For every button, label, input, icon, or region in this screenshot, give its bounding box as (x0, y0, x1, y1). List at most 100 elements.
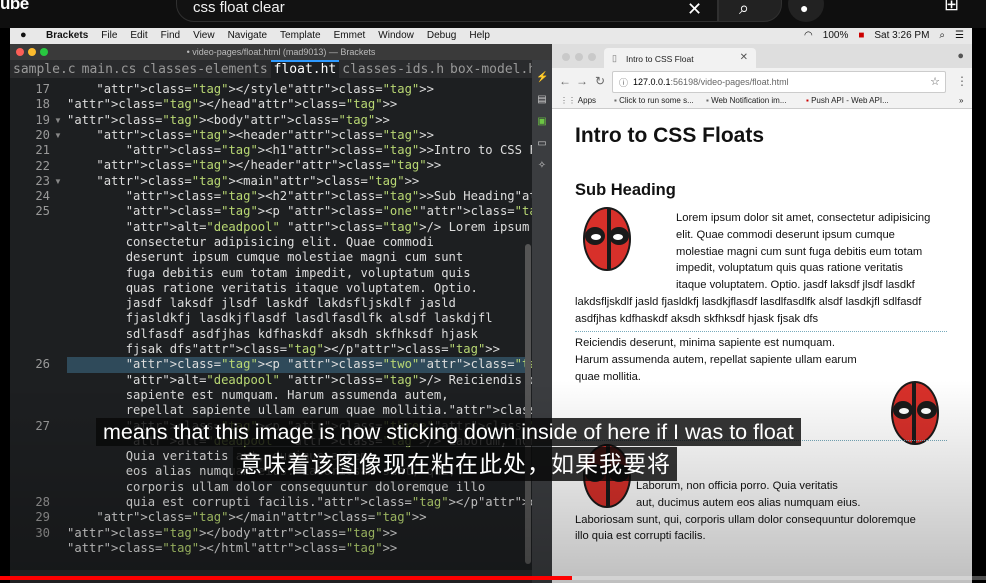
bookmark-star-icon[interactable]: ☆ (930, 75, 940, 88)
code-line[interactable]: fuga debitis eum totam impedit, voluptat… (67, 266, 527, 281)
code-line[interactable]: jasdf laksdf jlsdf laskdf lakdsfljskdlf … (67, 296, 527, 311)
menu-item-template[interactable]: Template (280, 30, 321, 41)
zoom-window-button[interactable] (40, 48, 48, 56)
search-button[interactable]: ⌕ (718, 0, 782, 22)
apple-icon[interactable]: ● (20, 29, 27, 41)
menu-item-find[interactable]: Find (161, 30, 180, 41)
code-line[interactable]: "attr">class="tag"><header"attr">class="… (67, 128, 527, 143)
youtube-logo[interactable]: ube (0, 0, 29, 14)
create-icon[interactable]: ⊞ (944, 0, 959, 15)
tab-title: Intro to CSS Float (626, 54, 694, 64)
fold-arrow-icon[interactable]: ▼ (54, 116, 62, 125)
bookmark-4[interactable]: ▪ Push API - Web API... (806, 96, 889, 105)
minimize-window-button[interactable] (28, 48, 36, 56)
code-line[interactable]: "attr">class="tag"><h2"attr">class="tag"… (67, 189, 831, 204)
live-preview-icon[interactable]: ⚡ (536, 72, 548, 84)
code-line[interactable]: quas ratione veritatis itaque voluptatem… (67, 281, 527, 296)
terminal-icon[interactable]: ▭ (536, 138, 548, 150)
code-line[interactable]: quia est corrupti facilis."attr">class="… (67, 495, 625, 510)
notification-center-icon[interactable]: ☰ (955, 30, 964, 41)
code-line[interactable]: "attr">class="tag"><body"attr">class="ta… (67, 113, 527, 128)
back-icon[interactable]: ← (559, 74, 571, 88)
menu-item-window[interactable]: Window (378, 30, 414, 41)
subtitle-chinese: 意味着该图像现在粘在此处，如果我要将 (233, 447, 677, 481)
editor-tab[interactable]: sample.c (10, 61, 79, 78)
linter-icon[interactable]: ▣ (536, 116, 548, 128)
page-heading: Intro to CSS Floats (575, 124, 764, 147)
code-line[interactable]: "attr">class="tag"><p "attr">class="two"… (67, 357, 911, 373)
code-line[interactable]: "attr">class="tag"><p "attr">class="one"… (67, 204, 911, 219)
code-line[interactable]: fjsak dfs"attr">class="tag"></p"attr">cl… (67, 342, 527, 357)
info-icon[interactable]: ⓘ (619, 76, 628, 89)
address-bar[interactable]: ⓘ 127.0.0.1:56198/video-pages/float.html… (612, 71, 946, 93)
code-line[interactable]: "attr">alt="deadpool" "attr">class="tag"… (67, 373, 647, 388)
menu-item-view[interactable]: View (193, 30, 215, 41)
editor-tab[interactable]: float.ht (270, 60, 340, 78)
editor-tab[interactable]: box-model.h (447, 61, 539, 78)
profile-icon[interactable]: ● (957, 50, 964, 62)
code-line[interactable]: "attr">class="tag"></head"attr">class="t… (67, 97, 527, 112)
close-window-button[interactable] (16, 48, 24, 56)
editor-tab[interactable]: main.cs (79, 61, 140, 78)
bookmarks-bar: ⋮⋮ Apps ▪ Click to run some s... ▪ Web Not… (552, 94, 972, 109)
zoom-window-button[interactable] (588, 53, 596, 61)
menu-item-brackets[interactable]: Brackets (46, 30, 88, 41)
menu-item-emmet[interactable]: Emmet (334, 30, 366, 41)
video-progress-bar[interactable] (0, 576, 986, 580)
reload-icon[interactable]: ↻ (595, 74, 605, 88)
code-line[interactable]: "attr">class="tag"></body"attr">class="t… (67, 526, 527, 541)
battery-text[interactable]: 100% (823, 30, 849, 41)
clear-icon[interactable]: ✕ (687, 0, 702, 20)
page-icon: ▯ (612, 53, 617, 63)
search-input[interactable]: css float clear ✕ (176, 0, 718, 22)
fold-arrow-icon[interactable]: ▼ (54, 131, 62, 140)
line-number: 20 (35, 127, 50, 142)
fold-arrow-icon[interactable]: ▼ (54, 177, 62, 186)
text-line: Lorem ipsum dolor sit amet, consectetur … (676, 212, 931, 224)
code-line[interactable]: "attr">class="tag"></html"attr">class="t… (67, 541, 527, 556)
code-line[interactable]: consectetur adipisicing elit. Quae commo… (67, 235, 527, 250)
bookmark-1[interactable]: ⋮⋮ Apps (560, 96, 596, 105)
code-line[interactable]: sapiente est numquam. Harum assumenda au… (67, 388, 527, 403)
close-tab-icon[interactable]: ✕ (740, 52, 748, 63)
menu-item-edit[interactable]: Edit (130, 30, 147, 41)
menu-icon[interactable]: ⋮ (956, 74, 968, 88)
text-line: impedit, voluptatum quis quas ratione ve… (676, 262, 903, 275)
voice-search-button[interactable]: ● (788, 0, 824, 22)
forward-icon[interactable]: → (576, 74, 588, 88)
bookmark-2[interactable]: ▪ Click to run some s... (614, 96, 694, 105)
code-line[interactable]: "attr">class="tag"></header"attr">class=… (67, 158, 527, 173)
bookmark-3[interactable]: ▪ Web Notification im... (706, 96, 787, 105)
menu-item-file[interactable]: File (101, 30, 117, 41)
code-line[interactable]: "attr">class="tag"><h1"attr">class="tag"… (67, 143, 889, 158)
text-line: illo quia est corrupti facilis. (575, 530, 706, 543)
code-line[interactable]: "attr">class="tag"></style"attr">class="… (67, 82, 527, 97)
code-line[interactable]: deserunt ipsum cumque molestiae magni cu… (67, 250, 527, 265)
minimize-window-button[interactable] (575, 53, 583, 61)
code-line[interactable]: "attr">alt="deadpool" "attr">class="tag"… (67, 220, 647, 235)
editor-scrollbar[interactable] (525, 244, 531, 564)
browser-tab[interactable]: ▯ Intro to CSS Float ✕ (604, 48, 756, 68)
editor-tab[interactable]: classes-elements (139, 61, 270, 78)
menu-item-debug[interactable]: Debug (427, 30, 456, 41)
editor-tab[interactable]: classes-ids.h (339, 61, 447, 78)
flag-icon[interactable]: ■ (858, 30, 864, 41)
menu-item-help[interactable]: Help (469, 30, 490, 41)
wifi-icon[interactable]: ◠ (804, 30, 813, 41)
code-line[interactable]: sdlfasdf asdfjhas kdfhaskdf aksdh skfhks… (67, 327, 527, 342)
lightbulb-icon[interactable]: ✧ (536, 160, 548, 172)
close-window-button[interactable] (562, 53, 570, 61)
more-bookmarks-icon[interactable]: » (959, 96, 963, 105)
spotlight-icon[interactable]: ⌕ (939, 30, 945, 41)
code-line[interactable]: "attr">class="tag"></main"attr">class="t… (67, 510, 527, 525)
code-line[interactable]: "attr">class="tag"><main"attr">class="ta… (67, 174, 527, 189)
code-line[interactable]: repellat sapiente ullam earum quae molli… (67, 403, 757, 418)
datetime[interactable]: Sat 3:26 PM (874, 30, 929, 41)
code-editor[interactable]: "attr">class="tag"></style"attr">class="… (67, 82, 926, 572)
menu-item-navigate[interactable]: Navigate (228, 30, 267, 41)
code-line[interactable]: corporis ullam dolor consequuntur dolore… (67, 480, 527, 495)
menu-items: Brackets File Edit Find View Navigate Template… (46, 30, 503, 41)
extension-manager-icon[interactable]: ▤ (536, 94, 548, 106)
search-query: css float clear (193, 0, 285, 16)
code-line[interactable]: fjasldkfj lasdkjflasdf lasdlfasdlfk alsd… (67, 311, 527, 326)
